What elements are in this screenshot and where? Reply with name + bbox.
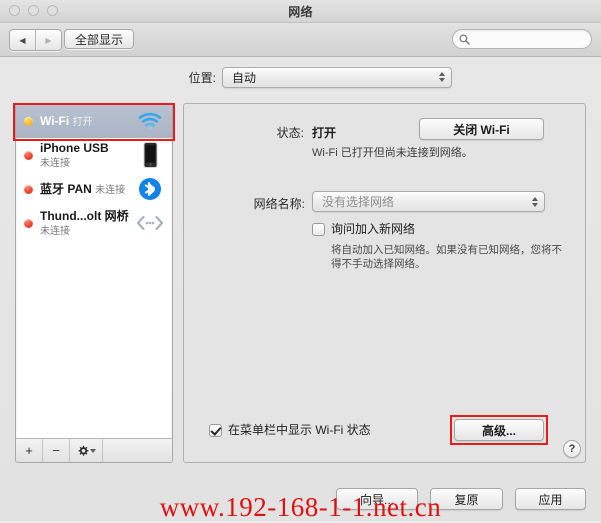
action-menu-button[interactable] bbox=[70, 439, 103, 462]
search-icon bbox=[459, 34, 470, 45]
search-field[interactable] bbox=[452, 29, 592, 49]
list-item-status: 未连接 bbox=[40, 225, 70, 237]
status-dot-icon bbox=[24, 116, 33, 126]
revert-button[interactable]: 复原 bbox=[430, 488, 503, 510]
network-interface-sidebar: Wi-Fi 打开 iPhone USB 未连接 蓝牙 PAN 未连接 Thund… bbox=[15, 103, 173, 463]
interface-text: 蓝牙 PAN 未连接 bbox=[40, 182, 134, 197]
list-item-status: 未连接 bbox=[95, 184, 126, 196]
chevron-left-icon: ◀ bbox=[19, 35, 26, 45]
show-all-button[interactable]: 全部显示 bbox=[64, 29, 135, 49]
navigation-segmented-control: ◀ ▶ bbox=[9, 29, 62, 51]
network-name-label: 网络名称: bbox=[253, 197, 305, 211]
stepper-arrows-icon bbox=[439, 72, 445, 82]
thunderbolt-bridge-icon bbox=[134, 215, 166, 231]
search-input[interactable] bbox=[474, 32, 586, 46]
list-item-name: Wi-Fi bbox=[40, 113, 70, 128]
sidebar-item-bluetooth-pan[interactable]: 蓝牙 PAN 未连接 bbox=[16, 172, 172, 206]
sidebar-item-iphone-usb[interactable]: iPhone USB 未连接 bbox=[16, 138, 172, 172]
iphone-icon bbox=[134, 142, 166, 168]
network-name-selected-value: 没有选择网络 bbox=[322, 195, 395, 209]
turn-wifi-off-button[interactable]: 关闭 Wi-Fi bbox=[419, 118, 544, 140]
network-name-popup-button[interactable]: 没有选择网络 bbox=[312, 191, 545, 212]
wifi-icon bbox=[134, 112, 166, 131]
list-item-name: iPhone USB bbox=[40, 140, 109, 155]
status-dot-icon bbox=[24, 184, 33, 194]
status-value: 打开 bbox=[312, 126, 337, 140]
apply-button[interactable]: 应用 bbox=[515, 488, 586, 510]
help-button[interactable]: ? bbox=[563, 440, 581, 458]
sidebar-item-thunderbolt-bridge[interactable]: Thund...olt 网桥 未连接 bbox=[16, 206, 172, 240]
checkbox-box bbox=[209, 424, 222, 437]
window-title: 网络 bbox=[288, 5, 313, 19]
ask-to-join-description: 将自动加入已知网络。如果没有已知网络，您将不得不手动选择网络。 bbox=[331, 244, 562, 270]
assistant-button[interactable]: 向导... bbox=[336, 488, 418, 510]
chevron-down-icon bbox=[89, 448, 96, 453]
status-dot-icon bbox=[24, 150, 33, 160]
forward-button[interactable]: ▶ bbox=[35, 30, 61, 50]
ask-to-join-label: 询问加入新网络 bbox=[331, 222, 416, 236]
location-popup-button[interactable]: 自动 bbox=[222, 66, 452, 88]
network-preferences-window: 网络 ◀ ▶ 全部显示 位置: 自动 Wi-Fi 打开 iPhone USB 未… bbox=[0, 0, 601, 522]
add-service-button[interactable]: + bbox=[16, 439, 43, 462]
window-titlebar: 网络 bbox=[0, 0, 601, 23]
remove-service-button[interactable]: − bbox=[43, 439, 70, 462]
list-item-name: 蓝牙 PAN bbox=[40, 181, 92, 196]
back-button[interactable]: ◀ bbox=[10, 30, 35, 50]
list-item-name: Thund...olt 网桥 bbox=[40, 208, 129, 223]
sidebar-toolbar: + − bbox=[16, 438, 172, 462]
interface-text: iPhone USB 未连接 bbox=[40, 141, 134, 170]
location-row: 位置: 自动 bbox=[0, 62, 601, 92]
wifi-settings-panel: 状态: 打开 Wi-Fi 已打开但尚未连接到网络。 关闭 Wi-Fi 网络名称:… bbox=[183, 103, 586, 463]
chevron-right-icon: ▶ bbox=[45, 35, 52, 45]
watermark-text: www.192-168-1-1.net.cn bbox=[159, 492, 442, 522]
toolbar: ◀ ▶ 全部显示 bbox=[0, 23, 601, 57]
location-label: 位置: bbox=[188, 70, 216, 85]
list-item-status: 打开 bbox=[72, 116, 93, 128]
checkbox-box bbox=[312, 223, 325, 236]
location-selected-value: 自动 bbox=[232, 70, 257, 85]
status-label: 状态: bbox=[276, 126, 304, 140]
show-wifi-status-checkbox[interactable]: 在菜单栏中显示 Wi-Fi 状态 bbox=[209, 424, 371, 437]
network-interface-list: Wi-Fi 打开 iPhone USB 未连接 蓝牙 PAN 未连接 Thund… bbox=[16, 104, 172, 439]
show-wifi-status-label: 在菜单栏中显示 Wi-Fi 状态 bbox=[228, 423, 371, 437]
interface-text: Wi-Fi 打开 bbox=[40, 114, 134, 129]
interface-text: Thund...olt 网桥 未连接 bbox=[40, 209, 134, 238]
list-item-status: 未连接 bbox=[40, 157, 70, 169]
bluetooth-icon bbox=[134, 177, 166, 201]
ask-to-join-checkbox[interactable]: 询问加入新网络 bbox=[312, 223, 415, 236]
advanced-button-highlight bbox=[450, 415, 548, 445]
gear-icon bbox=[78, 445, 88, 456]
sidebar-item-wifi[interactable]: Wi-Fi 打开 bbox=[16, 104, 172, 138]
status-dot-icon bbox=[24, 218, 33, 228]
status-description: Wi-Fi 已打开但尚未连接到网络。 bbox=[312, 147, 473, 159]
stepper-arrows-icon bbox=[532, 196, 538, 207]
